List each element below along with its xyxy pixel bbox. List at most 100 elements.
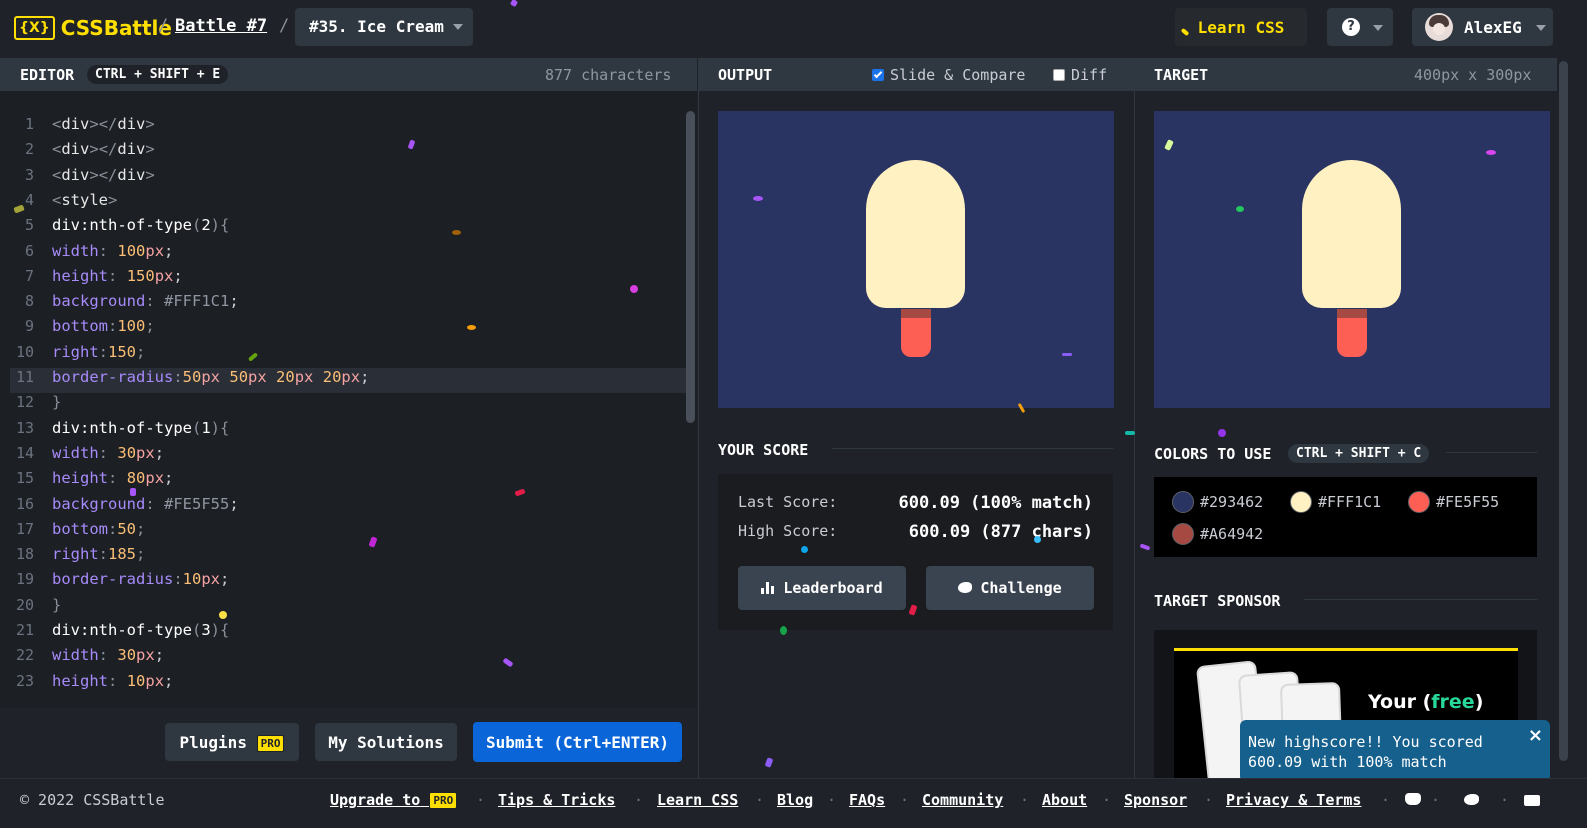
code-line[interactable]: width: 30px; [52, 646, 164, 664]
ice-cream-body [866, 160, 965, 308]
output-title: OUTPUT [718, 66, 773, 84]
color-swatch[interactable]: #FFF1C1 [1290, 491, 1381, 513]
code-line[interactable]: <style> [52, 191, 117, 209]
email-icon[interactable] [1524, 793, 1540, 807]
my-solutions-button[interactable]: My Solutions [315, 723, 457, 761]
confetti-piece [1218, 429, 1226, 437]
breadcrumb-separator: / [279, 16, 290, 36]
separator: · [900, 791, 910, 809]
pro-badge: PRO [256, 735, 285, 752]
slide-compare-checkbox[interactable] [872, 69, 884, 81]
breadcrumb-separator: / [158, 16, 169, 36]
learn-css-button[interactable]: Learn CSS [1175, 8, 1307, 46]
code-line[interactable]: width: 100px; [52, 242, 173, 260]
line-number: 15 [15, 469, 34, 488]
separator: · [1204, 791, 1214, 809]
code-line[interactable]: bottom:100; [52, 317, 155, 335]
separator: · [827, 791, 837, 809]
top-header: {X} CSSBattle / Battle #7 / #35. Ice Cre… [0, 0, 1587, 58]
slide-compare-toggle[interactable]: Slide & Compare [872, 66, 1025, 84]
code-line[interactable]: height: 10px; [52, 672, 173, 690]
footer-link-privacy[interactable]: Privacy & Terms [1226, 791, 1361, 809]
diff-checkbox[interactable] [1053, 69, 1065, 81]
close-icon[interactable]: × [1528, 726, 1543, 746]
color-hex: #FE5F55 [1436, 493, 1500, 511]
submit-button[interactable]: Submit (Ctrl+ENTER) [473, 722, 682, 762]
code-line[interactable]: right:185; [52, 545, 145, 563]
footer-link-faqs[interactable]: FAQs [849, 791, 885, 809]
code-line[interactable]: div:nth-of-type(1){ [52, 419, 229, 437]
code-line[interactable]: bottom:50; [52, 520, 145, 538]
code-line[interactable]: div:nth-of-type(3){ [52, 621, 229, 639]
code-line[interactable]: <div></div> [52, 140, 155, 158]
upgrade-link[interactable]: Upgrade to PRO [330, 791, 458, 809]
color-swatch[interactable]: #FE5F55 [1408, 491, 1499, 513]
code-line[interactable]: <div></div> [52, 115, 155, 133]
diff-label: Diff [1071, 66, 1108, 84]
code-line[interactable]: } [52, 393, 61, 411]
code-line[interactable]: background: #FE5F55; [52, 495, 239, 513]
code-line[interactable]: <div></div> [52, 166, 155, 184]
copyright: © 2022 CSSBattle [20, 791, 165, 809]
line-number: 13 [15, 418, 34, 437]
footer-link-sponsor[interactable]: Sponsor [1124, 791, 1187, 809]
code-line[interactable]: border-radius:10px; [52, 570, 229, 588]
separator: · [755, 791, 765, 809]
editor-shortcut-badge: CTRL + SHIFT + E [87, 65, 229, 84]
page-scrollbar[interactable] [1557, 58, 1587, 778]
user-name: AlexEG [1464, 18, 1522, 37]
editor-title: EDITOR [20, 66, 75, 84]
editor-scrollbar[interactable] [686, 111, 695, 423]
color-swatch[interactable]: #293462 [1172, 491, 1263, 513]
popsicle-stick-shadow [1337, 309, 1367, 318]
line-number: 18 [15, 545, 34, 564]
pro-badge: PRO [429, 792, 458, 809]
leaderboard-button[interactable]: Leaderboard [738, 566, 906, 610]
code-line[interactable]: div:nth-of-type(2){ [52, 216, 229, 234]
slide-compare-label: Slide & Compare [890, 66, 1026, 84]
sponsor-text-part: ) [1474, 691, 1484, 713]
sponsor-text-part: Your ( [1368, 691, 1432, 713]
confetti-piece [1125, 431, 1135, 435]
breadcrumb-battle-link[interactable]: Battle #7 [175, 16, 267, 36]
cssbattle-logo[interactable]: {X} CSSBattle [14, 16, 172, 40]
challenge-label: Challenge [980, 579, 1062, 597]
diff-toggle[interactable]: Diff [1053, 66, 1107, 84]
code-line[interactable]: background: #FFF1C1; [52, 292, 239, 310]
footer-link-about[interactable]: About [1042, 791, 1087, 809]
code-line[interactable]: } [52, 596, 61, 614]
battle-target-select[interactable]: #35. Ice Cream [295, 8, 473, 46]
twitter-icon[interactable] [1464, 793, 1480, 807]
footer-link-blog[interactable]: Blog [777, 791, 813, 809]
help-menu-button[interactable]: ? [1327, 8, 1393, 46]
color-dot [1172, 523, 1194, 545]
logo-text: CSSBattle [60, 16, 172, 40]
code-line[interactable]: right:150; [52, 343, 145, 361]
discord-icon[interactable] [1405, 793, 1421, 807]
line-number: 16 [15, 494, 34, 513]
challenge-button[interactable]: Challenge [926, 566, 1094, 610]
page-scrollbar-thumb[interactable] [1559, 61, 1568, 761]
code-line[interactable]: height: 80px; [52, 469, 173, 487]
target-size: 400px x 300px [1414, 66, 1532, 84]
output-canvas[interactable] [718, 111, 1114, 408]
confetti-piece [630, 285, 638, 293]
popsicle-stick-shadow [901, 309, 931, 318]
user-menu-button[interactable]: AlexEG [1412, 8, 1553, 46]
code-line[interactable]: height: 150px; [52, 267, 183, 285]
line-number: 17 [15, 519, 34, 538]
footer-link-tips[interactable]: Tips & Tricks [498, 791, 615, 809]
separator: · [1381, 791, 1391, 809]
last-score-label: Last Score: [738, 493, 838, 511]
footer-link-community[interactable]: Community [922, 791, 1003, 809]
code-line[interactable]: border-radius:50px 50px 20px 20px; [52, 368, 369, 386]
code-editor[interactable]: 1 <div></div> 2 <div></div> 3 <div></div> 4 <st… [0, 91, 697, 708]
footer-link-learn-css[interactable]: Learn CSS [657, 791, 738, 809]
confetti-piece [1486, 150, 1496, 155]
color-swatch[interactable]: #A64942 [1172, 523, 1263, 545]
code-line[interactable]: width: 30px; [52, 444, 164, 462]
avatar [1425, 13, 1453, 41]
line-number: 21 [15, 621, 34, 639]
high-score-value: 600.09 (877 chars) [908, 522, 1093, 542]
plugins-button[interactable]: Plugins PRO [165, 723, 299, 761]
